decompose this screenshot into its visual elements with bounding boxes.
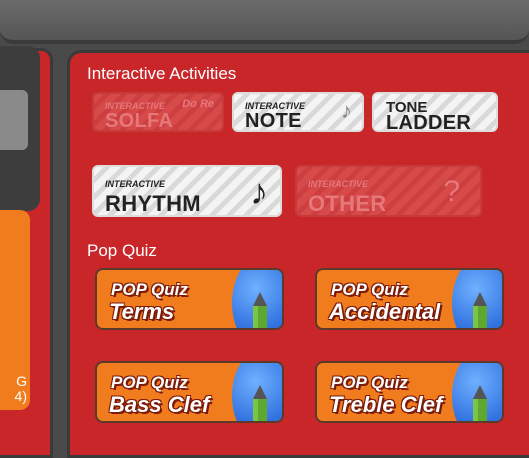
interactive-activities-heading: Interactive Activities xyxy=(87,64,237,83)
pencil-icon xyxy=(473,292,487,328)
question-mark-icon: ? xyxy=(443,175,460,208)
left-gray-button[interactable] xyxy=(0,90,28,150)
rhythm-button[interactable]: INTERACTIVE RHYTHM ♪ xyxy=(92,165,282,217)
tone-ladder-button[interactable]: TONE LADDER xyxy=(372,92,498,134)
pop-quiz-heading: Pop Quiz xyxy=(87,241,157,260)
solfa-button[interactable]: INTERACTIVE SOLFA Do Re xyxy=(92,92,224,132)
note-button[interactable]: INTERACTIVE NOTE ♪ xyxy=(232,92,364,132)
pop-quiz-terms-button[interactable]: POP Quiz Terms xyxy=(95,268,284,330)
left-orange-text: G 4) xyxy=(14,373,27,404)
pencil-icon xyxy=(253,292,267,328)
other-button[interactable]: INTERACTIVE OTHER ? xyxy=(295,165,482,217)
pop-quiz-bass-clef-button[interactable]: POP Quiz Bass Clef xyxy=(95,361,284,423)
rhythm-note-icon: ♪ xyxy=(250,171,268,212)
pop-quiz-treble-clef-button[interactable]: POP Quiz Treble Clef xyxy=(315,361,504,423)
pencil-icon xyxy=(253,385,267,421)
left-orange-card[interactable]: G 4) xyxy=(0,210,30,410)
pop-quiz-accidental-button[interactable]: POP Quiz Accidental xyxy=(315,268,504,330)
top-bar xyxy=(0,0,529,44)
eighth-note-icon: ♪ xyxy=(341,98,352,123)
pencil-icon xyxy=(473,385,487,421)
do-re-icon: Do Re xyxy=(182,98,214,110)
